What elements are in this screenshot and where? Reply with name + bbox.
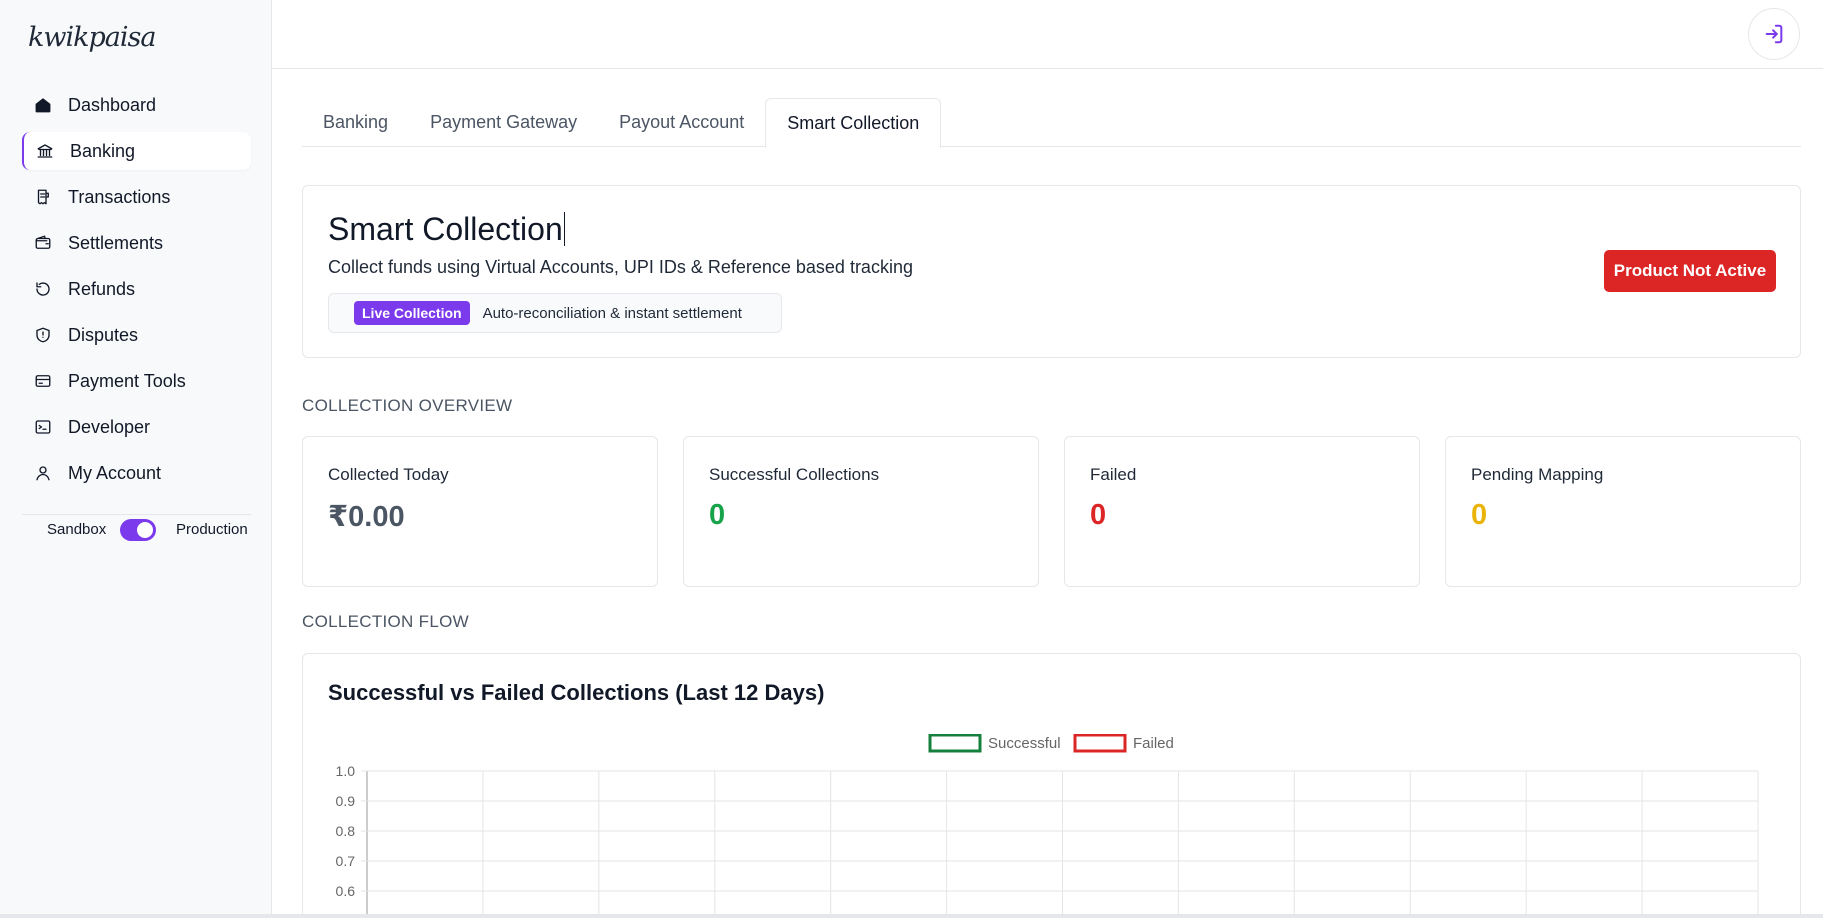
stat-card-collected-today: Collected Today ₹0.00 xyxy=(302,436,658,587)
sandbox-label: Sandbox xyxy=(47,520,107,538)
card-icon xyxy=(34,372,52,390)
tab-banking[interactable]: Banking xyxy=(302,98,409,147)
sidebar-item-label: Developer xyxy=(68,416,151,437)
stat-label: Failed xyxy=(1090,465,1137,484)
shield-icon xyxy=(34,326,52,344)
sidebar-nav: Dashboard Banking Transactions Settlements R… xyxy=(22,86,251,500)
stat-label: Successful Collections xyxy=(709,465,880,484)
sidebar-item-label: Dashboard xyxy=(68,94,157,115)
window-bottom-edge xyxy=(0,914,1823,918)
production-label: Production xyxy=(176,520,248,538)
sidebar-item-label: My Account xyxy=(68,462,162,483)
product-tabs: Banking Payment Gateway Payout Account Smar… xyxy=(302,98,1801,148)
legend-label-successful: Successful xyxy=(988,735,1061,752)
tab-payout-account[interactable]: Payout Account xyxy=(598,98,765,147)
refund-icon xyxy=(34,280,52,298)
stat-value: 0 xyxy=(1471,499,1488,531)
environment-switch[interactable] xyxy=(120,519,156,541)
y-tick-label: 0.9 xyxy=(336,793,356,809)
feature-pill-text: Auto-reconciliation & instant settlement xyxy=(482,304,742,322)
y-tick-label: 1.0 xyxy=(336,763,356,779)
collection-overview-heading: COLLECTION OVERVIEW xyxy=(302,396,513,415)
sidebar: kwikpaisa Dashboard Banking Transactions Se… xyxy=(0,0,272,918)
tab-payment-gateway[interactable]: Payment Gateway xyxy=(409,98,598,147)
page-title: Smart Collection xyxy=(328,211,565,247)
sidebar-divider xyxy=(22,514,251,515)
product-not-active-button[interactable]: Product Not Active xyxy=(1604,250,1776,292)
sidebar-item-label: Payment Tools xyxy=(68,370,186,391)
sidebar-item-payment-tools[interactable]: Payment Tools xyxy=(22,362,251,400)
live-collection-badge: Live Collection xyxy=(354,301,470,325)
chart-title: Successful vs Failed Collections (Last 1… xyxy=(328,680,825,705)
sidebar-item-label: Banking xyxy=(70,140,136,161)
receipt-icon xyxy=(34,188,52,206)
collection-flow-chart: Successful Failed 1.0 0.9 0.8 0.7 0.6 xyxy=(336,734,1759,918)
stat-value: ₹0.00 xyxy=(328,501,405,533)
wallet-icon xyxy=(34,234,52,252)
legend-label-failed: Failed xyxy=(1133,735,1174,752)
page-subtitle: Collect funds using Virtual Accounts, UP… xyxy=(328,257,913,277)
y-tick-label: 0.8 xyxy=(336,823,356,839)
tab-smart-collection[interactable]: Smart Collection xyxy=(765,98,942,148)
smart-collection-hero: Smart Collection Collect funds using Vir… xyxy=(302,185,1801,358)
sidebar-item-banking[interactable]: Banking xyxy=(22,132,251,170)
home-icon xyxy=(34,96,52,114)
stat-label: Collected Today xyxy=(328,465,449,484)
sidebar-item-developer[interactable]: Developer xyxy=(22,408,251,446)
collection-overview-cards: Collected Today ₹0.00 Successful Collectio… xyxy=(302,436,1801,587)
text-caret xyxy=(563,212,565,246)
sidebar-item-label: Refunds xyxy=(68,278,136,299)
logout-icon xyxy=(1765,24,1783,44)
stat-label: Pending Mapping xyxy=(1471,465,1604,484)
feature-pill: Live Collection Auto-reconciliation & in… xyxy=(328,293,782,333)
sidebar-item-disputes[interactable]: Disputes xyxy=(22,316,251,354)
sidebar-item-transactions[interactable]: Transactions xyxy=(22,178,251,216)
sidebar-item-label: Settlements xyxy=(68,232,164,253)
logout-button[interactable] xyxy=(1748,8,1800,60)
sidebar-item-my-account[interactable]: My Account xyxy=(22,454,251,492)
sidebar-item-refunds[interactable]: Refunds xyxy=(22,270,251,308)
user-icon xyxy=(34,464,52,482)
stat-value: 0 xyxy=(1090,499,1107,531)
sidebar-item-dashboard[interactable]: Dashboard xyxy=(22,86,251,124)
y-tick-label: 0.6 xyxy=(336,883,356,899)
sidebar-item-label: Transactions xyxy=(68,186,171,207)
top-bar xyxy=(272,0,1823,69)
bank-icon xyxy=(36,142,54,160)
collection-flow-heading: COLLECTION FLOW xyxy=(302,612,469,631)
legend-swatch-failed xyxy=(1073,734,1127,753)
switch-knob xyxy=(137,522,153,538)
stat-card-failed: Failed 0 xyxy=(1064,436,1420,587)
stat-card-pending-mapping: Pending Mapping 0 xyxy=(1445,436,1801,587)
stat-card-successful-collections: Successful Collections 0 xyxy=(683,436,1039,587)
environment-toggle: Sandbox Production xyxy=(22,518,251,541)
legend-swatch-successful xyxy=(928,734,982,753)
collection-flow-chart-card: Successful vs Failed Collections (Last 1… xyxy=(302,653,1801,918)
brand-logo[interactable]: kwikpaisa xyxy=(28,22,156,53)
sidebar-item-label: Disputes xyxy=(68,324,139,345)
sidebar-item-settlements[interactable]: Settlements xyxy=(22,224,251,262)
terminal-icon xyxy=(34,418,52,436)
y-tick-label: 0.7 xyxy=(336,853,356,869)
stat-value: 0 xyxy=(709,499,726,531)
